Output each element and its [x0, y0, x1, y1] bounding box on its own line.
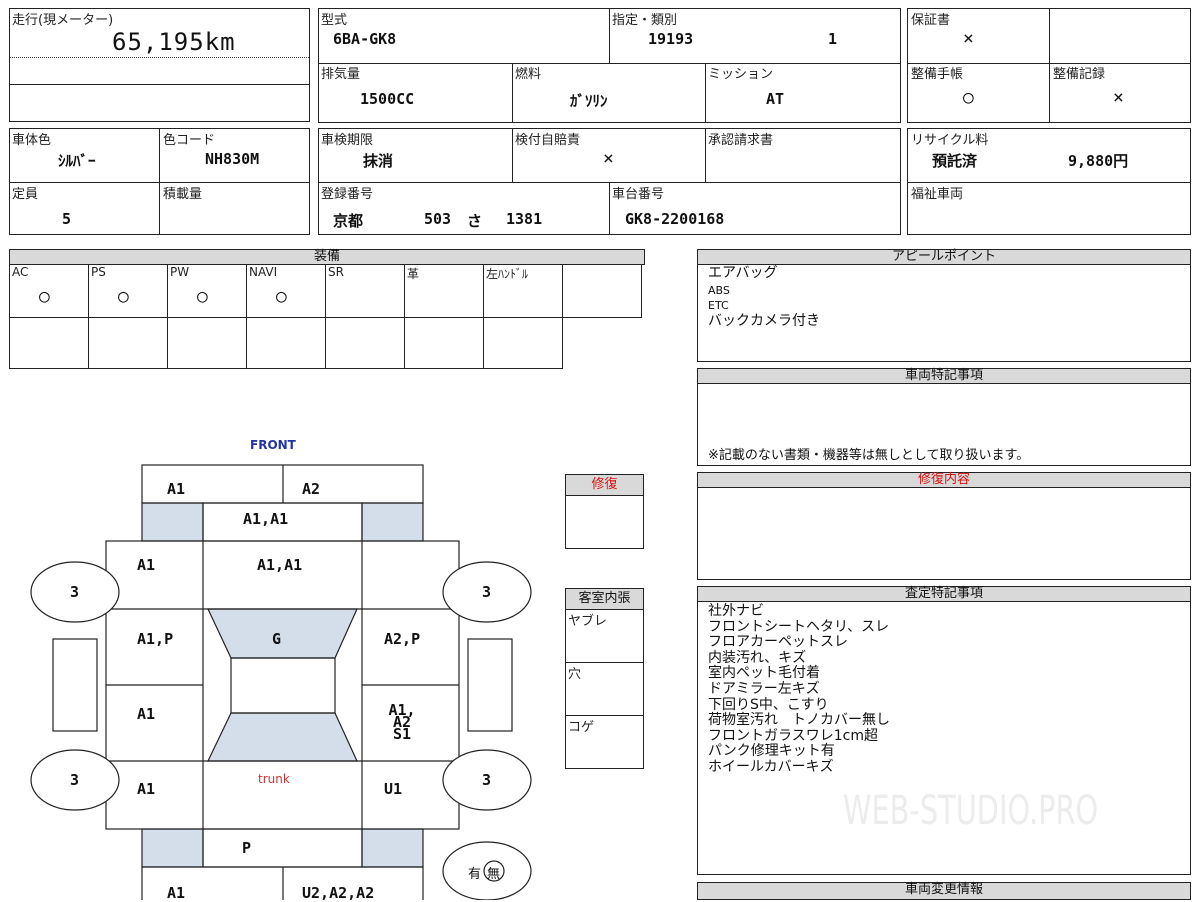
panel-rear: P: [242, 839, 252, 857]
assessment-line: 内装汚れ、キズ: [708, 649, 807, 666]
assessment-line: 下回りS中、こすり: [708, 696, 829, 713]
windshield: [207, 608, 358, 659]
welfare-label: 福祉車両: [911, 187, 964, 202]
tire-rear-right-value: 3: [482, 771, 492, 789]
panel-left-quarter: A1: [137, 780, 156, 798]
glass-area: [141, 502, 204, 542]
maint-book-label: 整備手帳: [911, 67, 964, 82]
mission-label: ミッション: [708, 67, 774, 82]
assessment-header: 査定特記事項: [697, 586, 1191, 602]
interior-row-label: 穴: [568, 667, 582, 682]
equipment-cell: [562, 264, 642, 318]
panel-hood: A1,A1: [257, 556, 303, 574]
right-mirror: [467, 638, 513, 732]
assessment-line: 荷物室汚れ トノカバー無し: [708, 712, 890, 729]
assessment-line: ドアミラー左キズ: [708, 681, 820, 697]
panel-right-quarter: U1: [384, 780, 403, 798]
designation-value: 19193: [648, 30, 694, 48]
panel-hood-top: A1,A1: [243, 510, 289, 528]
assessment-line: フロントガラスワレ1cm超: [708, 727, 878, 744]
repair-content-box: [697, 487, 1191, 580]
warranty-value: ×: [963, 28, 974, 49]
assessment-line: 室内ペット毛付着: [708, 665, 820, 682]
maint-book-value: ○: [963, 87, 974, 108]
warranty-extra-cell: [1049, 8, 1191, 64]
special-note: ※記載のない書類・機器等は無しとして取り扱います。: [708, 448, 1030, 463]
fuel-value: ｶﾞｿﾘﾝ: [570, 92, 608, 110]
insurance-value: ×: [603, 148, 614, 169]
appeal-line: エアバッグ: [708, 265, 778, 281]
interior-row-label: コゲ: [568, 720, 595, 735]
glass-area: [361, 502, 424, 542]
assessment-line: 社外ナビ: [708, 603, 764, 619]
panel-top-left: A1: [167, 480, 186, 498]
class-value: 1: [828, 30, 838, 48]
front-label: FRONT: [250, 438, 296, 452]
assessment-line: フロアカーペットスレ: [708, 634, 848, 651]
rear-window: [207, 712, 358, 762]
designation-label: 指定・類別: [612, 13, 678, 28]
panel-rear-bottom-left: A1: [167, 884, 186, 902]
tire-rear-left-value: 3: [70, 771, 80, 789]
panel-top-right: A2: [302, 480, 321, 498]
glass-area: [361, 828, 424, 868]
recycle-label: リサイクル料: [911, 133, 989, 148]
assessment-line: ホイールカバーキズ: [708, 759, 834, 775]
watermark: WEB-STUDIO.PRO: [843, 788, 1099, 834]
interior-header: 客室内張: [565, 588, 644, 610]
panel-right-rear-door: A1,A2 S1: [388, 701, 416, 743]
panel-left-rear-door: A1: [137, 705, 156, 723]
change-info-header: 車両変更情報: [697, 882, 1191, 900]
maint-record-label: 整備記録: [1053, 67, 1106, 82]
appeal-header: アピールポイント: [697, 249, 1191, 265]
panel-rear-bottom-right: U2,A2,A2: [302, 884, 375, 902]
recycle-amount: 9,880円: [1068, 152, 1129, 170]
warranty-label: 保証書: [911, 13, 951, 28]
tire-front-left-value: 3: [70, 583, 80, 601]
assessment-line: パンク修理キット有: [708, 743, 835, 760]
left-mirror: [52, 638, 98, 732]
panel-roof: G: [272, 630, 282, 648]
tire-front-right-value: 3: [482, 583, 492, 601]
appeal-line: バックカメラ付き: [708, 313, 820, 329]
repair-box: [565, 495, 644, 549]
repair-content-title: 修復内容: [917, 472, 970, 487]
mission-value: AT: [766, 90, 785, 108]
repair-content-header: 修復内容: [697, 472, 1191, 488]
repair-header: 修復: [565, 474, 644, 496]
trunk-label: trunk: [258, 772, 290, 786]
special-header: 車両特記事項: [697, 368, 1191, 384]
maint-record-value: ×: [1113, 87, 1124, 108]
spare-yes-label: 有: [468, 867, 482, 882]
glass-area: [141, 828, 204, 868]
interior-row-label: ヤブレ: [568, 614, 608, 629]
panel-right-front-door: A2,P: [384, 630, 421, 648]
approval-label: 承認請求書: [708, 133, 774, 148]
appeal-line: ABS: [708, 284, 730, 297]
spare-no-label: 無: [487, 867, 501, 882]
assessment-line: フロントシートヘタリ、スレ: [708, 618, 890, 635]
appeal-line: ETC: [708, 299, 729, 312]
panel-left-front-door: A1,P: [137, 630, 174, 648]
chassis-label: 車台番号: [612, 187, 665, 202]
chassis-value: GK8-2200168: [625, 210, 725, 228]
panel-left-fender: A1: [137, 556, 156, 574]
recycle-status: 預託済: [932, 152, 978, 170]
repair-title: 修復: [591, 477, 618, 492]
